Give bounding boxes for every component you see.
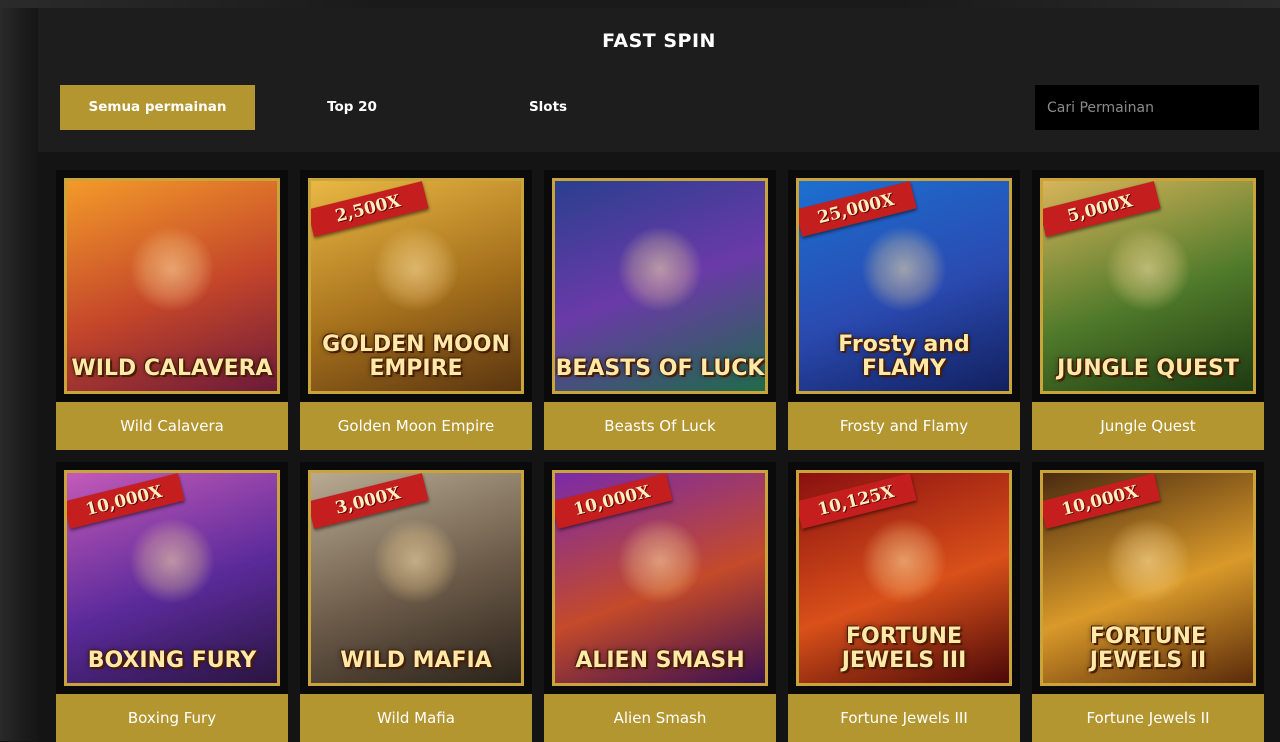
game-logo: ALIEN SMASH <box>575 648 745 673</box>
game-thumbnail[interactable]: BEASTS OF LUCK <box>552 178 768 394</box>
game-card[interactable]: 10,125X FORTUNE JEWELS III Fortune Jewels … <box>788 462 1020 742</box>
character-art <box>861 226 947 313</box>
game-logo: BEASTS OF LUCK <box>555 356 765 381</box>
search-input[interactable] <box>1035 85 1259 130</box>
game-title[interactable]: Boxing Fury <box>56 694 288 742</box>
game-logo: JUNGLE QUEST <box>1057 356 1239 381</box>
tab-all-games[interactable]: Semua permainan <box>60 85 255 130</box>
game-thumbnail[interactable]: WILD CALAVERA <box>64 178 280 394</box>
character-art <box>1105 518 1191 605</box>
game-title[interactable]: Wild Mafia <box>300 694 532 742</box>
game-logo: BOXING FURY <box>87 648 257 673</box>
background-edge <box>0 0 38 741</box>
game-card[interactable]: 10,000X BOXING FURY Boxing Fury <box>56 462 288 742</box>
game-thumbnail[interactable]: 10,000X BOXING FURY <box>64 470 280 686</box>
game-thumbnail[interactable]: 5,000X JUNGLE QUEST <box>1040 178 1256 394</box>
character-art <box>373 518 459 605</box>
tab-top-20[interactable]: Top 20 <box>266 85 438 130</box>
character-art <box>129 226 215 313</box>
character-art <box>861 518 947 605</box>
background-top <box>0 0 1280 8</box>
game-thumbnail[interactable]: 25,000X Frosty and FLAMY <box>796 178 1012 394</box>
game-title[interactable]: Golden Moon Empire <box>300 402 532 450</box>
game-card[interactable]: 10,000X FORTUNE JEWELS II Fortune Jewels I… <box>1032 462 1264 742</box>
game-title[interactable]: Alien Smash <box>544 694 776 742</box>
character-art <box>617 226 703 313</box>
character-art <box>373 226 459 313</box>
game-card[interactable]: WILD CALAVERA Wild Calavera <box>56 170 288 450</box>
game-title[interactable]: Fortune Jewels III <box>788 694 1020 742</box>
page-title: FAST SPIN <box>602 30 716 52</box>
game-logo: FORTUNE JEWELS II <box>1089 624 1207 673</box>
game-thumbnail[interactable]: 10,000X FORTUNE JEWELS II <box>1040 470 1256 686</box>
character-art <box>617 518 703 605</box>
game-thumbnail[interactable]: 3,000X WILD MAFIA <box>308 470 524 686</box>
game-logo: WILD CALAVERA <box>71 356 273 381</box>
game-card[interactable]: BEASTS OF LUCK Beasts Of Luck <box>544 170 776 450</box>
game-logo: GOLDEN MOON EMPIRE <box>322 332 510 381</box>
game-card[interactable]: 25,000X Frosty and FLAMY Frosty and Flamy <box>788 170 1020 450</box>
tab-slots[interactable]: Slots <box>476 85 620 130</box>
game-card[interactable]: 2,500X GOLDEN MOON EMPIRE Golden Moon Empi… <box>300 170 532 450</box>
game-logo: WILD MAFIA <box>340 648 492 673</box>
game-logo: Frosty and FLAMY <box>838 332 970 381</box>
game-card[interactable]: 3,000X WILD MAFIA Wild Mafia <box>300 462 532 742</box>
game-title[interactable]: Beasts Of Luck <box>544 402 776 450</box>
game-title[interactable]: Jungle Quest <box>1032 402 1264 450</box>
game-thumbnail[interactable]: 2,500X GOLDEN MOON EMPIRE <box>308 178 524 394</box>
game-title[interactable]: Wild Calavera <box>56 402 288 450</box>
game-title[interactable]: Frosty and Flamy <box>788 402 1020 450</box>
game-thumbnail[interactable]: 10,125X FORTUNE JEWELS III <box>796 470 1012 686</box>
game-card[interactable]: 5,000X JUNGLE QUEST Jungle Quest <box>1032 170 1264 450</box>
game-thumbnail[interactable]: 10,000X ALIEN SMASH <box>552 470 768 686</box>
game-title[interactable]: Fortune Jewels II <box>1032 694 1264 742</box>
game-logo: FORTUNE JEWELS III <box>841 624 967 673</box>
character-art <box>1105 226 1191 313</box>
game-grid: WILD CALAVERA Wild Calavera 2,500X GOLDEN M… <box>38 152 1280 742</box>
game-card[interactable]: 10,000X ALIEN SMASH Alien Smash <box>544 462 776 742</box>
game-lobby-panel: FAST SPIN Semua permainan Top 20 Slots W… <box>38 8 1280 742</box>
character-art <box>129 518 215 605</box>
